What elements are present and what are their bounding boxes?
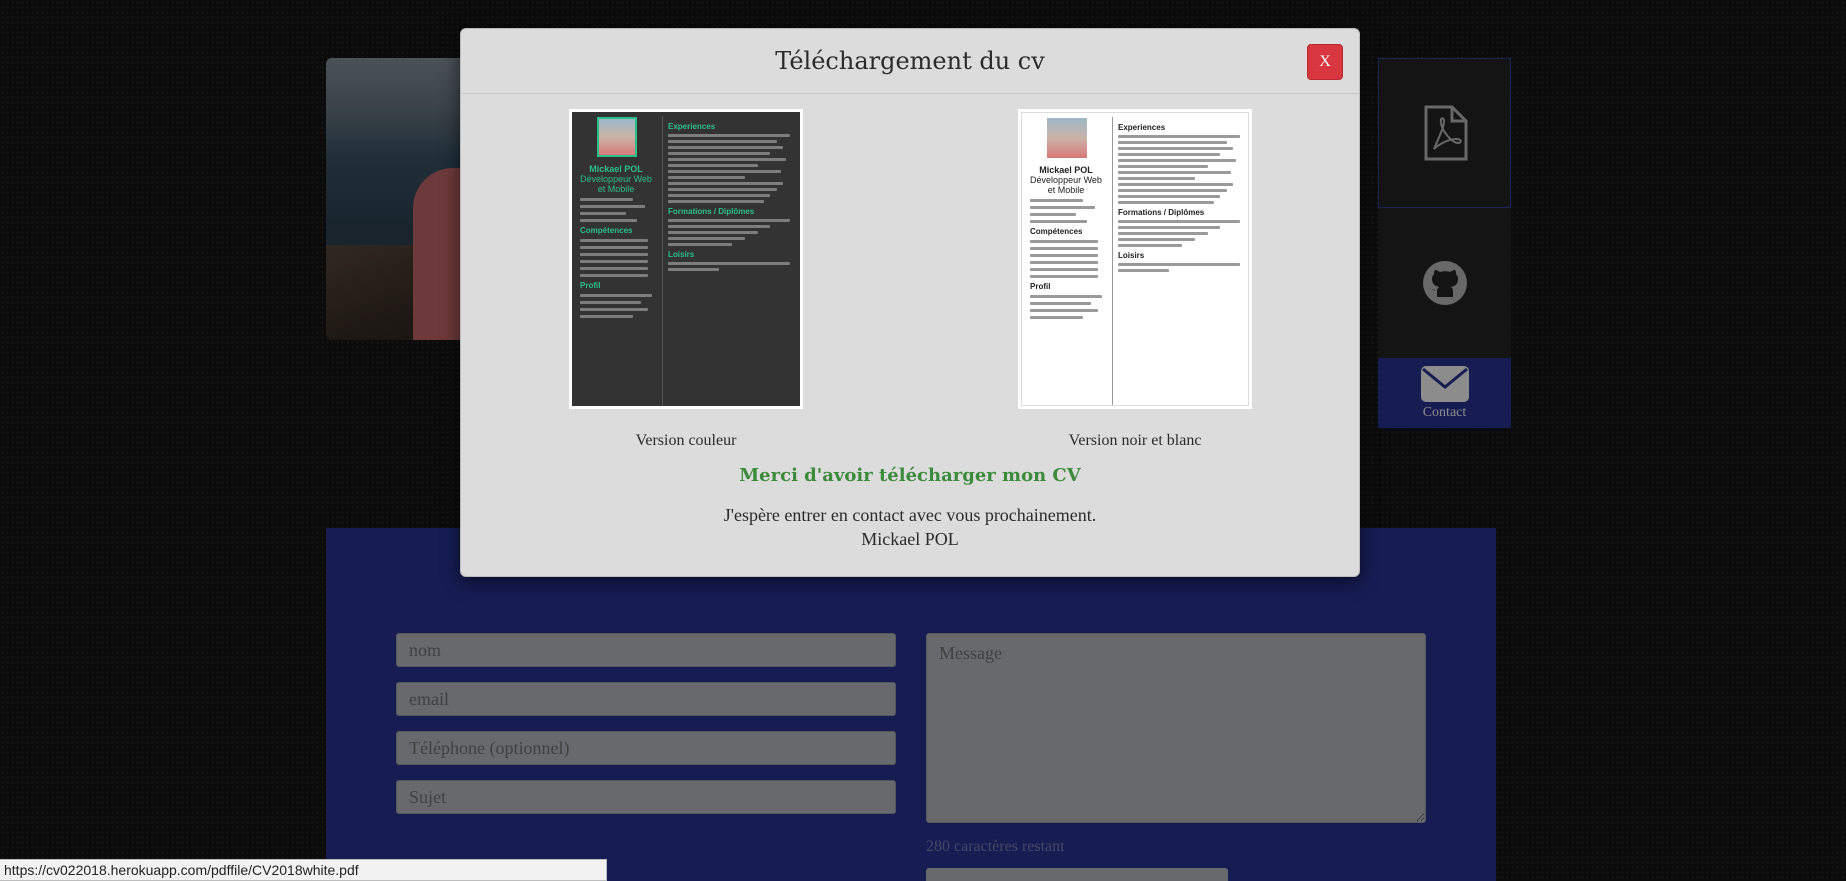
closing-message: J'espère entrer en contact avec vous pro…	[461, 503, 1359, 551]
cv-bw-thumbnail[interactable]: Mickael POL Développeur Web et Mobile Co…	[1018, 109, 1252, 409]
caption-bw-version: Version noir et blanc	[1068, 432, 1202, 449]
cv-left-column: Compétences Profil	[1030, 195, 1106, 323]
modal-title: Téléchargement du cv	[775, 47, 1045, 75]
closing-line: J'espère entrer en contact avec vous pro…	[723, 505, 1097, 525]
cv-left-column: Compétences Profil	[580, 194, 656, 322]
signature: Mickael POL	[861, 529, 959, 549]
cv-name: Mickael POL Développeur Web et Mobile	[1030, 165, 1102, 195]
status-bar-url: https://cv022018.herokuapp.com/pdffile/C…	[0, 859, 607, 881]
cv-color-preview: Mickael POL Développeur Web et Mobile Co…	[572, 112, 800, 406]
cv-divider	[662, 116, 663, 406]
cv-right-column: Experiences Formations / Diplômes Loisir…	[1118, 119, 1246, 275]
cv-name: Mickael POL Développeur Web et Mobile	[580, 164, 652, 194]
cv-photo	[1047, 118, 1087, 158]
close-button[interactable]: X	[1307, 44, 1343, 80]
cv-right-column: Experiences Formations / Diplômes Loisir…	[668, 118, 796, 274]
cv-download-modal: Téléchargement du cv X Mickael POL Dével…	[460, 28, 1360, 577]
cv-photo	[597, 117, 637, 157]
cv-color-thumbnail[interactable]: Mickael POL Développeur Web et Mobile Co…	[569, 109, 803, 409]
cv-bw-preview: Mickael POL Développeur Web et Mobile Co…	[1021, 112, 1249, 406]
cv-divider	[1112, 117, 1113, 405]
caption-color-version: Version couleur	[635, 432, 737, 449]
thanks-message: Merci d'avoir télécharger mon CV	[739, 465, 1081, 486]
modal-header: Téléchargement du cv X	[461, 29, 1359, 94]
